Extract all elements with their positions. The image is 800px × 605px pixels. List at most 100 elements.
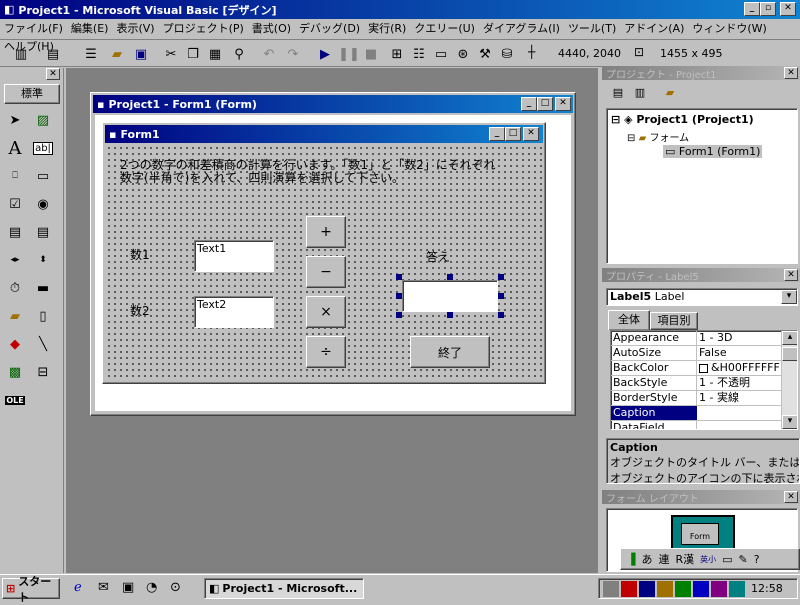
image-tool-icon[interactable]: ▩ xyxy=(3,360,27,384)
menu-diagram[interactable]: ダイアグラム(I) xyxy=(479,20,564,38)
subtract-button[interactable]: − xyxy=(306,256,346,288)
menu-addins[interactable]: アドイン(A) xyxy=(620,20,688,38)
properties-close-button[interactable]: ✕ xyxy=(784,269,798,281)
selection-handle[interactable] xyxy=(396,274,402,280)
listbox-tool-icon[interactable]: ▤ xyxy=(31,220,55,244)
ime-conversion-button[interactable]: 連 xyxy=(658,551,669,567)
scroll-down-icon[interactable]: ▾ xyxy=(782,415,797,429)
tree-node-forms-folder[interactable]: ⊟ ▰ フォーム xyxy=(627,129,689,144)
tray-icon[interactable] xyxy=(693,580,709,597)
exit-button[interactable]: 終了 xyxy=(410,336,490,368)
selection-handle[interactable] xyxy=(396,312,402,318)
quicklaunch-icon[interactable]: ⊙ xyxy=(170,580,181,595)
toolbox-tab[interactable]: 標準 xyxy=(4,84,60,104)
ole-tool-icon[interactable]: OLE xyxy=(3,388,27,412)
tray-icon[interactable] xyxy=(603,580,619,597)
property-row[interactable]: BackColor &H00FFFFFF xyxy=(611,361,797,376)
form1-maximize-button[interactable]: □ xyxy=(505,127,521,141)
form1-minimize-button[interactable]: _ xyxy=(489,127,505,141)
cut-icon[interactable]: ✂ xyxy=(160,43,182,65)
menu-run[interactable]: 実行(R) xyxy=(364,20,410,38)
picturebox-tool-icon[interactable]: ▨ xyxy=(31,108,55,132)
project-explorer-close-button[interactable]: ✕ xyxy=(784,67,798,79)
add-project-icon[interactable]: ▥ xyxy=(10,43,32,65)
tray-icon[interactable] xyxy=(639,580,655,597)
ime-mode-button[interactable]: あ xyxy=(641,551,652,567)
selection-handle[interactable] xyxy=(447,312,453,318)
selection-handle[interactable] xyxy=(498,274,504,280)
tray-icon[interactable] xyxy=(729,580,745,597)
hscrollbar-tool-icon[interactable]: ◂▸ xyxy=(3,248,27,272)
add-form-icon[interactable]: ▤ xyxy=(42,43,64,65)
timer-tool-icon[interactable]: ⏱ xyxy=(3,276,27,300)
form-layout-close-button[interactable]: ✕ xyxy=(784,491,798,503)
selection-handle[interactable] xyxy=(447,274,453,280)
tab-category[interactable]: 項目別 xyxy=(650,312,698,330)
answer-label[interactable]: 答え xyxy=(426,248,450,265)
object-selector[interactable]: Label5 Label ▾ xyxy=(606,288,798,306)
open-icon[interactable]: ▰ xyxy=(106,43,128,65)
properties-window-icon[interactable]: ☷ xyxy=(408,43,430,65)
property-row[interactable]: BackStyle 1 - 不透明 xyxy=(611,376,797,391)
answer-output-label[interactable] xyxy=(402,280,498,312)
find-icon[interactable]: ⚲ xyxy=(228,43,250,65)
break-icon[interactable]: ❚❚ xyxy=(338,43,360,65)
scroll-up-icon[interactable]: ▴ xyxy=(782,331,797,345)
tray-icon[interactable] xyxy=(621,580,637,597)
scroll-thumb[interactable] xyxy=(782,347,797,361)
designer-close-button[interactable]: ✕ xyxy=(555,97,571,111)
ime-tool-icon[interactable]: ✎ xyxy=(739,553,748,566)
tray-icon[interactable] xyxy=(657,580,673,597)
textbox-tool-icon[interactable]: ab| xyxy=(31,136,55,160)
data-view-icon[interactable]: ⛁ xyxy=(496,43,518,65)
tray-icon[interactable] xyxy=(711,580,727,597)
menu-editor-icon[interactable]: ☰ xyxy=(80,43,102,65)
instructions-label[interactable]: 2つの数字の和差積商の計算を行います。「数1」と「数2」にそれぞれ 数字(半角で… xyxy=(120,159,495,185)
menu-file[interactable]: ファイル(F) xyxy=(0,20,67,38)
clock[interactable]: 12:58 xyxy=(751,582,783,595)
taskbar-button-vb[interactable]: ◧ Project1 - Microsoft... xyxy=(204,578,364,599)
project-explorer-icon[interactable]: ⊞ xyxy=(386,43,408,65)
checkbox-tool-icon[interactable]: ☑ xyxy=(3,192,27,216)
redo-icon[interactable]: ↷ xyxy=(282,43,304,65)
start-button[interactable]: ⊞ スタート xyxy=(2,575,60,604)
end-icon[interactable]: ■ xyxy=(360,43,382,65)
property-row[interactable]: AutoSize False xyxy=(611,346,797,361)
collapse-icon[interactable]: ⊟ xyxy=(627,133,635,144)
frame-tool-icon[interactable]: ⎕ xyxy=(3,164,27,188)
tree-node-form1[interactable]: ▭ Form1 (Form1) xyxy=(663,145,763,158)
line-tool-icon[interactable]: ╲ xyxy=(31,332,55,356)
view-code-icon[interactable]: ▤ xyxy=(608,86,628,104)
property-row[interactable]: BorderStyle 1 - 実線 xyxy=(611,391,797,406)
property-row-selected[interactable]: Caption xyxy=(611,406,797,421)
undo-icon[interactable]: ↶ xyxy=(258,43,280,65)
menu-view[interactable]: 表示(V) xyxy=(112,20,158,38)
designer-minimize-button[interactable]: _ xyxy=(521,97,537,111)
ime-case-button[interactable]: 英小 xyxy=(700,554,716,565)
collapse-icon[interactable]: ⊟ xyxy=(611,113,620,126)
form1-close-button[interactable]: ✕ xyxy=(523,127,539,141)
form-preview[interactable]: Form xyxy=(681,523,719,545)
multiply-button[interactable]: × xyxy=(306,296,346,328)
close-button[interactable]: ✕ xyxy=(780,2,796,16)
menu-window[interactable]: ウィンドウ(W) xyxy=(688,20,770,38)
commandbutton-tool-icon[interactable]: ▭ xyxy=(31,164,55,188)
divide-button[interactable]: ÷ xyxy=(306,336,346,368)
dirlistbox-tool-icon[interactable]: ▰ xyxy=(3,304,27,328)
toolbox-icon[interactable]: ⚒ xyxy=(474,43,496,65)
paste-icon[interactable]: ▦ xyxy=(204,43,226,65)
optionbutton-tool-icon[interactable]: ◉ xyxy=(31,192,55,216)
toolbox-close-button[interactable]: ✕ xyxy=(46,68,60,80)
channels-icon[interactable]: ◔ xyxy=(146,580,157,595)
vscrollbar-tool-icon[interactable]: ⬍ xyxy=(31,248,55,272)
filelistbox-tool-icon[interactable]: ▯ xyxy=(31,304,55,328)
pointer-tool-icon[interactable]: ➤ xyxy=(3,108,27,132)
desktop-icon[interactable]: ▣ xyxy=(122,580,134,595)
menu-tools[interactable]: ツール(T) xyxy=(564,20,620,38)
tree-node-project[interactable]: ⊟ ◈ Project1 (Project1) xyxy=(611,113,754,126)
label-tool-icon[interactable]: A xyxy=(3,136,27,160)
selection-handle[interactable] xyxy=(396,293,402,299)
designer-maximize-button[interactable]: □ xyxy=(537,97,553,111)
ime-help-icon[interactable]: ? xyxy=(754,553,760,566)
selection-handle[interactable] xyxy=(498,293,504,299)
